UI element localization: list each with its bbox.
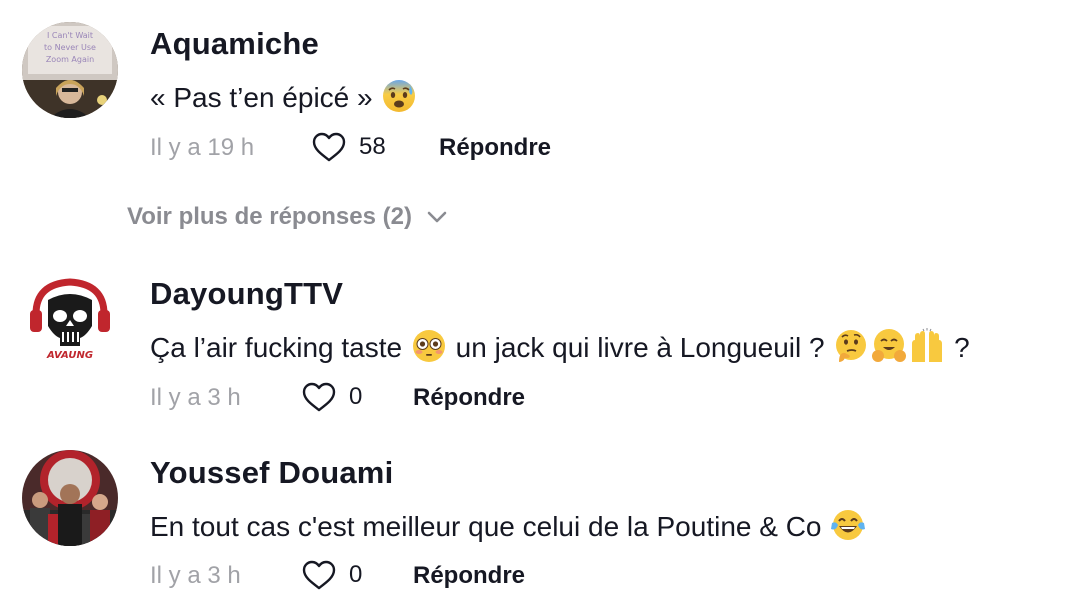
view-more-replies-button[interactable]: Voir plus de réponses (2) <box>127 203 448 231</box>
reply-button[interactable]: Répondre <box>413 562 525 590</box>
avatar[interactable] <box>22 450 118 546</box>
avatar-logo-text: AVAUNG <box>46 350 93 361</box>
like-count: 0 <box>349 383 363 410</box>
like-button[interactable]: 0 <box>301 381 362 413</box>
timestamp: Il y a 19 h <box>150 134 255 161</box>
heart-outline-icon <box>302 560 336 590</box>
timestamp: Il y a 3 h <box>150 384 241 411</box>
comment-text-body: En tout cas c'est meilleur que celui de … <box>150 511 830 542</box>
comment-text: En tout cas c'est meilleur que celui de … <box>150 507 867 543</box>
like-button[interactable]: 58 <box>311 131 386 163</box>
heart-outline-icon <box>302 382 336 412</box>
sign-line-3: Zoom Again <box>46 55 94 64</box>
timestamp: Il y a 3 h <box>150 562 241 589</box>
username[interactable]: DayoungTTV <box>150 276 343 312</box>
avatar-image: I Can't Wait to Never Use Zoom Again <box>22 22 118 118</box>
hugging-face-emoji <box>871 328 907 364</box>
sign-line-1: I Can't Wait <box>47 31 93 40</box>
like-button[interactable]: 0 <box>301 559 362 591</box>
comment-text: « Pas t’en épicé » <box>150 78 418 114</box>
like-count: 58 <box>359 133 386 160</box>
comment-text-body: « Pas t’en épicé » <box>150 82 381 113</box>
comment-text-part-2: un jack qui livre à Longueuil ? <box>447 332 833 363</box>
reply-button[interactable]: Répondre <box>413 384 525 412</box>
sign-line-2: to Never Use <box>44 43 96 52</box>
comment-text-part-3: ? <box>946 332 970 363</box>
username[interactable]: Aquamiche <box>150 26 319 62</box>
avatar-image: AVAUNG <box>22 270 118 366</box>
like-count: 0 <box>349 561 363 588</box>
flushed-face-emoji <box>411 328 447 364</box>
comment-text-part-1: Ça l’air fucking taste <box>150 332 410 363</box>
chevron-down-icon <box>427 211 447 223</box>
username[interactable]: Youssef Douami <box>150 455 393 491</box>
view-more-replies-label: Voir plus de réponses (2) <box>127 203 412 230</box>
anxious-face-with-sweat-emoji <box>381 78 417 114</box>
comment-text: Ça l’air fucking taste un jack qui livre… <box>150 328 970 364</box>
avatar-image <box>22 450 118 546</box>
raising-hands-emoji <box>909 328 945 364</box>
face-with-tears-of-joy-emoji <box>830 507 866 543</box>
avatar[interactable]: AVAUNG <box>22 270 118 366</box>
reply-button[interactable]: Répondre <box>439 134 551 162</box>
heart-outline-icon <box>312 132 346 162</box>
thinking-face-emoji <box>833 328 869 364</box>
avatar[interactable]: I Can't Wait to Never Use Zoom Again <box>22 22 118 118</box>
